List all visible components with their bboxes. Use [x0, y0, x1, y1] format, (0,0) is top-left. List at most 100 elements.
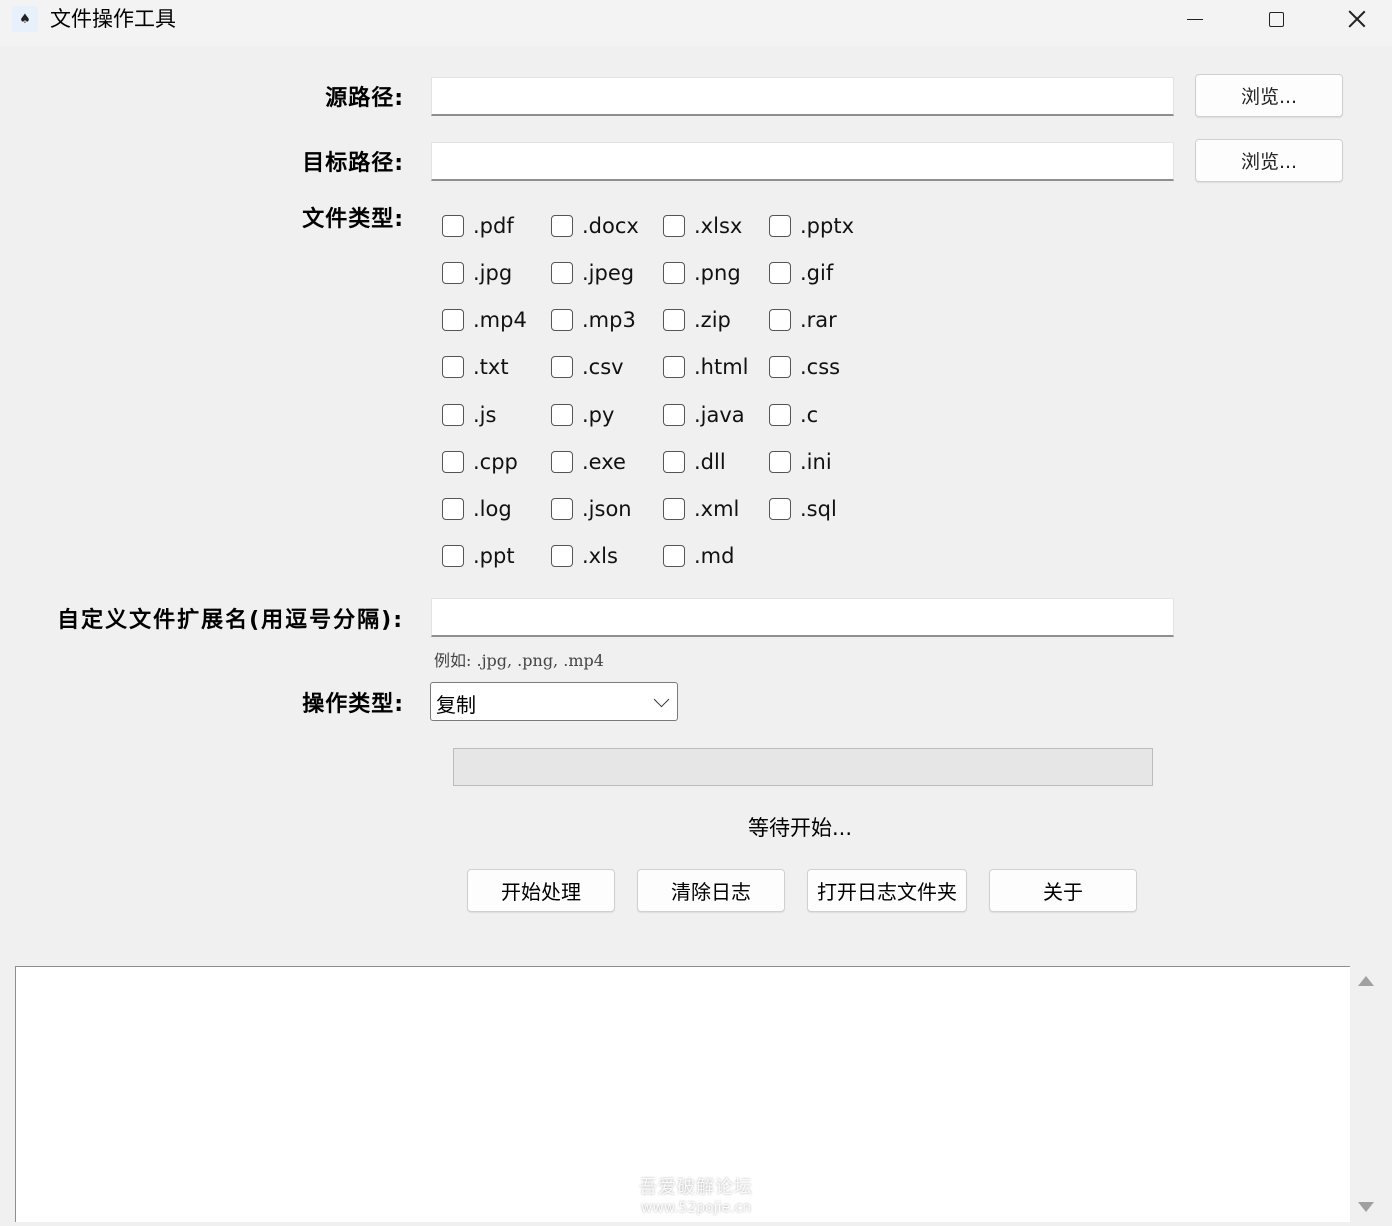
minimize-button[interactable]	[1163, 0, 1227, 38]
checkbox-box[interactable]	[663, 309, 685, 331]
file-type-checkbox[interactable]: .jpg	[442, 258, 512, 288]
checkbox-box[interactable]	[442, 356, 464, 378]
checkbox-box[interactable]	[663, 356, 685, 378]
checkbox-box[interactable]	[551, 451, 573, 473]
window-title: 文件操作工具	[50, 7, 176, 31]
checkbox-label: .mp3	[582, 308, 636, 332]
minimize-icon	[1187, 18, 1203, 20]
custom-ext-input[interactable]	[431, 598, 1174, 637]
checkbox-box[interactable]	[769, 404, 791, 426]
checkbox-label: .txt	[473, 355, 509, 379]
checkbox-box[interactable]	[769, 356, 791, 378]
file-type-checkbox[interactable]: .css	[769, 352, 840, 382]
file-type-checkbox[interactable]: .mp3	[551, 305, 636, 335]
file-type-checkbox[interactable]: .jpeg	[551, 258, 634, 288]
checkbox-box[interactable]	[551, 498, 573, 520]
checkbox-box[interactable]	[769, 215, 791, 237]
checkbox-label: .ini	[800, 450, 832, 474]
checkbox-label: .py	[582, 403, 615, 427]
file-type-checkbox[interactable]: .gif	[769, 258, 833, 288]
log-scrollbar[interactable]	[1350, 966, 1382, 1222]
watermark-line2: www.52pojie.cn	[640, 1200, 752, 1216]
checkbox-box[interactable]	[663, 215, 685, 237]
checkbox-box[interactable]	[442, 309, 464, 331]
file-type-checkbox[interactable]: .html	[663, 352, 749, 382]
file-type-checkbox[interactable]: .js	[442, 400, 496, 430]
open-log-folder-button[interactable]: 打开日志文件夹	[807, 869, 967, 912]
checkbox-label: .cpp	[473, 450, 518, 474]
file-type-checkbox[interactable]: .rar	[769, 305, 837, 335]
checkbox-label: .pptx	[800, 214, 854, 238]
checkbox-box[interactable]	[769, 498, 791, 520]
scroll-down-icon[interactable]	[1358, 1202, 1374, 1212]
file-type-checkbox[interactable]: .java	[663, 400, 745, 430]
checkbox-box[interactable]	[551, 404, 573, 426]
operation-type-select[interactable]: 复制	[430, 682, 678, 721]
progress-bar	[453, 748, 1153, 786]
checkbox-label: .ppt	[473, 544, 515, 568]
checkbox-label: .java	[694, 403, 745, 427]
file-type-checkbox[interactable]: .exe	[551, 447, 626, 477]
file-type-checkbox[interactable]: .xls	[551, 541, 618, 571]
checkbox-label: .xml	[694, 497, 740, 521]
source-browse-button[interactable]: 浏览...	[1195, 74, 1343, 117]
checkbox-box[interactable]	[551, 309, 573, 331]
checkbox-label: .png	[694, 261, 741, 285]
file-type-checkbox[interactable]: .zip	[663, 305, 731, 335]
file-type-checkbox[interactable]: .dll	[663, 447, 726, 477]
source-path-input[interactable]	[431, 77, 1174, 116]
file-type-checkbox[interactable]: .py	[551, 400, 614, 430]
checkbox-box[interactable]	[442, 545, 464, 567]
target-browse-button[interactable]: 浏览...	[1195, 139, 1343, 182]
checkbox-box[interactable]	[442, 498, 464, 520]
file-type-checkbox[interactable]: .ini	[769, 447, 832, 477]
checkbox-box[interactable]	[663, 545, 685, 567]
file-type-checkbox[interactable]: .csv	[551, 352, 624, 382]
checkbox-box[interactable]	[551, 545, 573, 567]
checkbox-label: .json	[582, 497, 632, 521]
close-button[interactable]	[1325, 0, 1389, 38]
target-path-input[interactable]	[431, 142, 1174, 181]
checkbox-box[interactable]	[769, 451, 791, 473]
file-type-checkbox[interactable]: .pptx	[769, 211, 854, 241]
file-type-checkbox[interactable]: .xml	[663, 494, 739, 524]
checkbox-box[interactable]	[769, 262, 791, 284]
checkbox-box[interactable]	[769, 309, 791, 331]
app-icon: ♠	[12, 6, 38, 32]
file-type-checkbox[interactable]: .txt	[442, 352, 509, 382]
checkbox-box[interactable]	[551, 262, 573, 284]
file-type-checkbox[interactable]: .cpp	[442, 447, 518, 477]
checkbox-box[interactable]	[663, 262, 685, 284]
operation-type-value: 复制	[436, 693, 476, 717]
checkbox-box[interactable]	[442, 262, 464, 284]
checkbox-box[interactable]	[663, 451, 685, 473]
file-type-checkbox[interactable]: .xlsx	[663, 211, 742, 241]
file-type-checkbox[interactable]: .pdf	[442, 211, 514, 241]
file-type-checkbox[interactable]: .c	[769, 400, 818, 430]
checkbox-box[interactable]	[442, 215, 464, 237]
start-button[interactable]: 开始处理	[467, 869, 615, 912]
watermark-line1: 吾爱破解论坛	[639, 1177, 753, 1198]
file-type-checkbox[interactable]: .mp4	[442, 305, 527, 335]
scroll-up-icon[interactable]	[1358, 976, 1374, 986]
file-type-checkbox[interactable]: .json	[551, 494, 632, 524]
checkbox-box[interactable]	[442, 404, 464, 426]
checkbox-box[interactable]	[663, 404, 685, 426]
clear-log-button[interactable]: 清除日志	[637, 869, 785, 912]
file-type-checkbox[interactable]: .docx	[551, 211, 639, 241]
checkbox-label: .log	[473, 497, 512, 521]
status-text: 等待开始...	[747, 816, 853, 840]
file-type-checkbox[interactable]: .sql	[769, 494, 837, 524]
checkbox-label: .pdf	[473, 214, 514, 238]
checkbox-box[interactable]	[551, 215, 573, 237]
checkbox-label: .xls	[582, 544, 618, 568]
file-type-checkbox[interactable]: .ppt	[442, 541, 515, 571]
checkbox-box[interactable]	[442, 451, 464, 473]
file-type-checkbox[interactable]: .md	[663, 541, 734, 571]
about-button[interactable]: 关于	[989, 869, 1137, 912]
file-type-checkbox[interactable]: .png	[663, 258, 741, 288]
file-type-checkbox[interactable]: .log	[442, 494, 512, 524]
checkbox-box[interactable]	[663, 498, 685, 520]
maximize-button[interactable]	[1244, 0, 1308, 38]
checkbox-box[interactable]	[551, 356, 573, 378]
